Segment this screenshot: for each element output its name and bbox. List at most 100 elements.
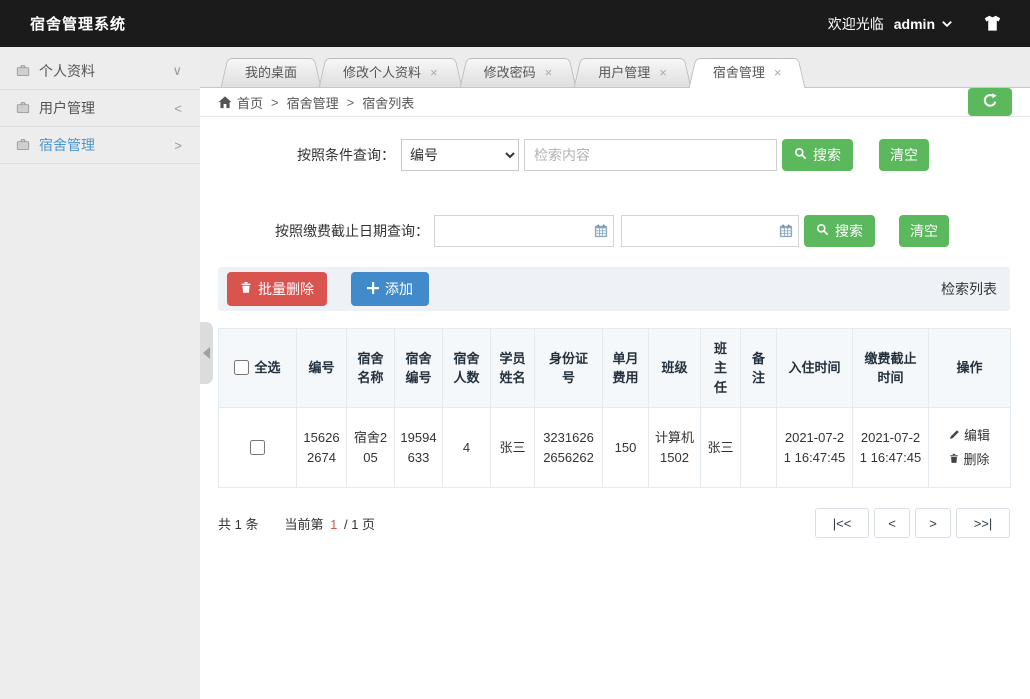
cell-select: [219, 408, 297, 488]
close-icon[interactable]: ×: [774, 65, 782, 80]
tab-label: 用户管理: [598, 65, 650, 80]
tab-change-password[interactable]: 修改密码 ×: [471, 58, 566, 87]
calendar-icon[interactable]: [594, 224, 608, 238]
trash-icon: [240, 281, 252, 297]
header-id-card: 身份证号: [535, 329, 603, 408]
delete-label: 删除: [963, 450, 989, 470]
date-clear-button[interactable]: 清空: [899, 215, 949, 247]
add-button-label: 添加: [385, 279, 413, 299]
sidebar-collapse-handle[interactable]: [200, 322, 213, 384]
date-search-label: 按照缴费截止日期查询：: [218, 221, 429, 241]
header-head-teacher: 班主任: [701, 329, 741, 408]
tab-label: 修改密码: [484, 65, 536, 80]
cell-head-teacher: 张三: [701, 408, 741, 488]
tab-user-management[interactable]: 用户管理 ×: [585, 58, 680, 87]
date-from-wrap: [434, 215, 614, 247]
date-from-input[interactable]: [434, 215, 614, 247]
main-area: 我的桌面 修改个人资料 × 修改密码 × 用户管理 × 宿舍管理 ×: [200, 47, 1030, 699]
search-field-select[interactable]: 编号: [401, 139, 519, 171]
header-actions: 操作: [929, 329, 1011, 408]
current-page-prefix: 当前第: [284, 517, 323, 532]
app-window: 宿舍管理系统 欢迎光临 admin 个人资料 ∨: [0, 0, 1030, 699]
tab-label: 修改个人资料: [343, 65, 421, 80]
briefcase-icon: [16, 64, 30, 78]
welcome-text: 欢迎光临: [828, 14, 884, 34]
current-page-number: 1: [330, 517, 337, 532]
select-all-checkbox[interactable]: [234, 360, 249, 375]
app-title: 宿舍管理系统: [30, 13, 126, 34]
close-icon[interactable]: ×: [430, 65, 438, 80]
header-select-all: 全选: [219, 329, 297, 408]
sidebar: 个人资料 ∨ 用户管理 < 宿舍管理 >: [0, 47, 200, 699]
table-row: 156262674 宿舍205 19594633 4 张三 3231626265…: [219, 408, 1011, 488]
edit-link[interactable]: 编辑: [934, 426, 1005, 446]
batch-delete-button[interactable]: 批量删除: [227, 272, 327, 306]
search-input[interactable]: [524, 139, 777, 171]
header-occupants: 宿舍人数: [443, 329, 491, 408]
refresh-button[interactable]: [968, 88, 1012, 116]
header-id: 编号: [297, 329, 347, 408]
header-remark: 备注: [741, 329, 777, 408]
close-icon[interactable]: ×: [545, 65, 553, 80]
breadcrumb: 首页 > 宿舍管理 > 宿舍列表: [200, 88, 1030, 117]
condition-search-row: 按照条件查询： 编号 搜索 清空: [218, 139, 1010, 171]
tab-edit-profile[interactable]: 修改个人资料 ×: [330, 58, 451, 87]
chevron-left-icon: [203, 347, 210, 359]
next-page-button[interactable]: >: [915, 508, 951, 538]
topbar-right: 欢迎光临 admin: [828, 14, 1002, 34]
breadcrumb-home[interactable]: 首页: [237, 93, 263, 112]
search-button[interactable]: 搜索: [782, 139, 853, 171]
header-fee-deadline: 缴费截止时间: [853, 329, 929, 408]
breadcrumb-separator: >: [271, 95, 279, 110]
header-monthly-fee: 单月费用: [603, 329, 649, 408]
select-all-label: 全选: [254, 360, 280, 375]
row-checkbox[interactable]: [250, 440, 265, 455]
total-count: 共 1 条: [218, 514, 258, 533]
delete-link[interactable]: 删除: [934, 450, 1005, 470]
cell-monthly-fee: 150: [603, 408, 649, 488]
condition-search-label: 按照条件查询：: [218, 145, 395, 165]
chevron-down-icon[interactable]: [941, 19, 953, 29]
date-search-row: 按照缴费截止日期查询：: [218, 215, 1010, 247]
list-title: 检索列表: [941, 279, 1000, 299]
cell-occupants: 4: [443, 408, 491, 488]
sidebar-item-users[interactable]: 用户管理 <: [0, 90, 200, 127]
sidebar-item-label: 宿舍管理: [39, 135, 95, 155]
tab-label: 我的桌面: [245, 65, 297, 80]
pencil-icon: [949, 426, 960, 446]
sidebar-item-dorm[interactable]: 宿舍管理 >: [0, 127, 200, 164]
last-page-button[interactable]: >>|: [956, 508, 1010, 538]
cell-dorm-name: 宿舍205: [347, 408, 395, 488]
current-page-text: 当前第 1 / 1 页: [284, 514, 375, 533]
breadcrumb-separator: >: [347, 95, 355, 110]
pagination: |<< < > >>|: [815, 508, 1010, 538]
table-toolbar: 批量删除 添加 检索列表: [218, 267, 1010, 311]
content: 按照条件查询： 编号 搜索 清空: [200, 117, 1030, 699]
shirt-icon[interactable]: [983, 15, 1002, 32]
table-footer: 共 1 条 当前第 1 / 1 页 |<< < > >>|: [218, 508, 1010, 538]
header-check-in-time: 入住时间: [777, 329, 853, 408]
trash-icon: [949, 450, 959, 470]
breadcrumb-dorm-management[interactable]: 宿舍管理: [287, 93, 339, 112]
cell-student-name: 张三: [491, 408, 535, 488]
tab-desktop[interactable]: 我的桌面: [232, 58, 310, 87]
briefcase-icon: [16, 101, 30, 115]
add-button[interactable]: 添加: [351, 272, 429, 306]
clear-button[interactable]: 清空: [879, 139, 929, 171]
calendar-icon[interactable]: [779, 224, 793, 238]
close-icon[interactable]: ×: [659, 65, 667, 80]
tab-dorm-management[interactable]: 宿舍管理 ×: [700, 58, 795, 88]
sidebar-item-profile[interactable]: 个人资料 ∨: [0, 53, 200, 90]
tab-label: 宿舍管理: [713, 65, 765, 80]
tab-bar: 我的桌面 修改个人资料 × 修改密码 × 用户管理 × 宿舍管理 ×: [200, 47, 1030, 88]
prev-page-button[interactable]: <: [874, 508, 910, 538]
home-icon: [218, 96, 232, 109]
breadcrumb-dorm-list[interactable]: 宿舍列表: [362, 93, 414, 112]
briefcase-icon: [16, 138, 30, 152]
date-search-button[interactable]: 搜索: [804, 215, 875, 247]
chevron-down-icon: ∨: [172, 63, 182, 79]
current-page-suffix: / 1 页: [344, 517, 375, 532]
date-to-input[interactable]: [621, 215, 799, 247]
first-page-button[interactable]: |<<: [815, 508, 869, 538]
username[interactable]: admin: [894, 16, 935, 32]
